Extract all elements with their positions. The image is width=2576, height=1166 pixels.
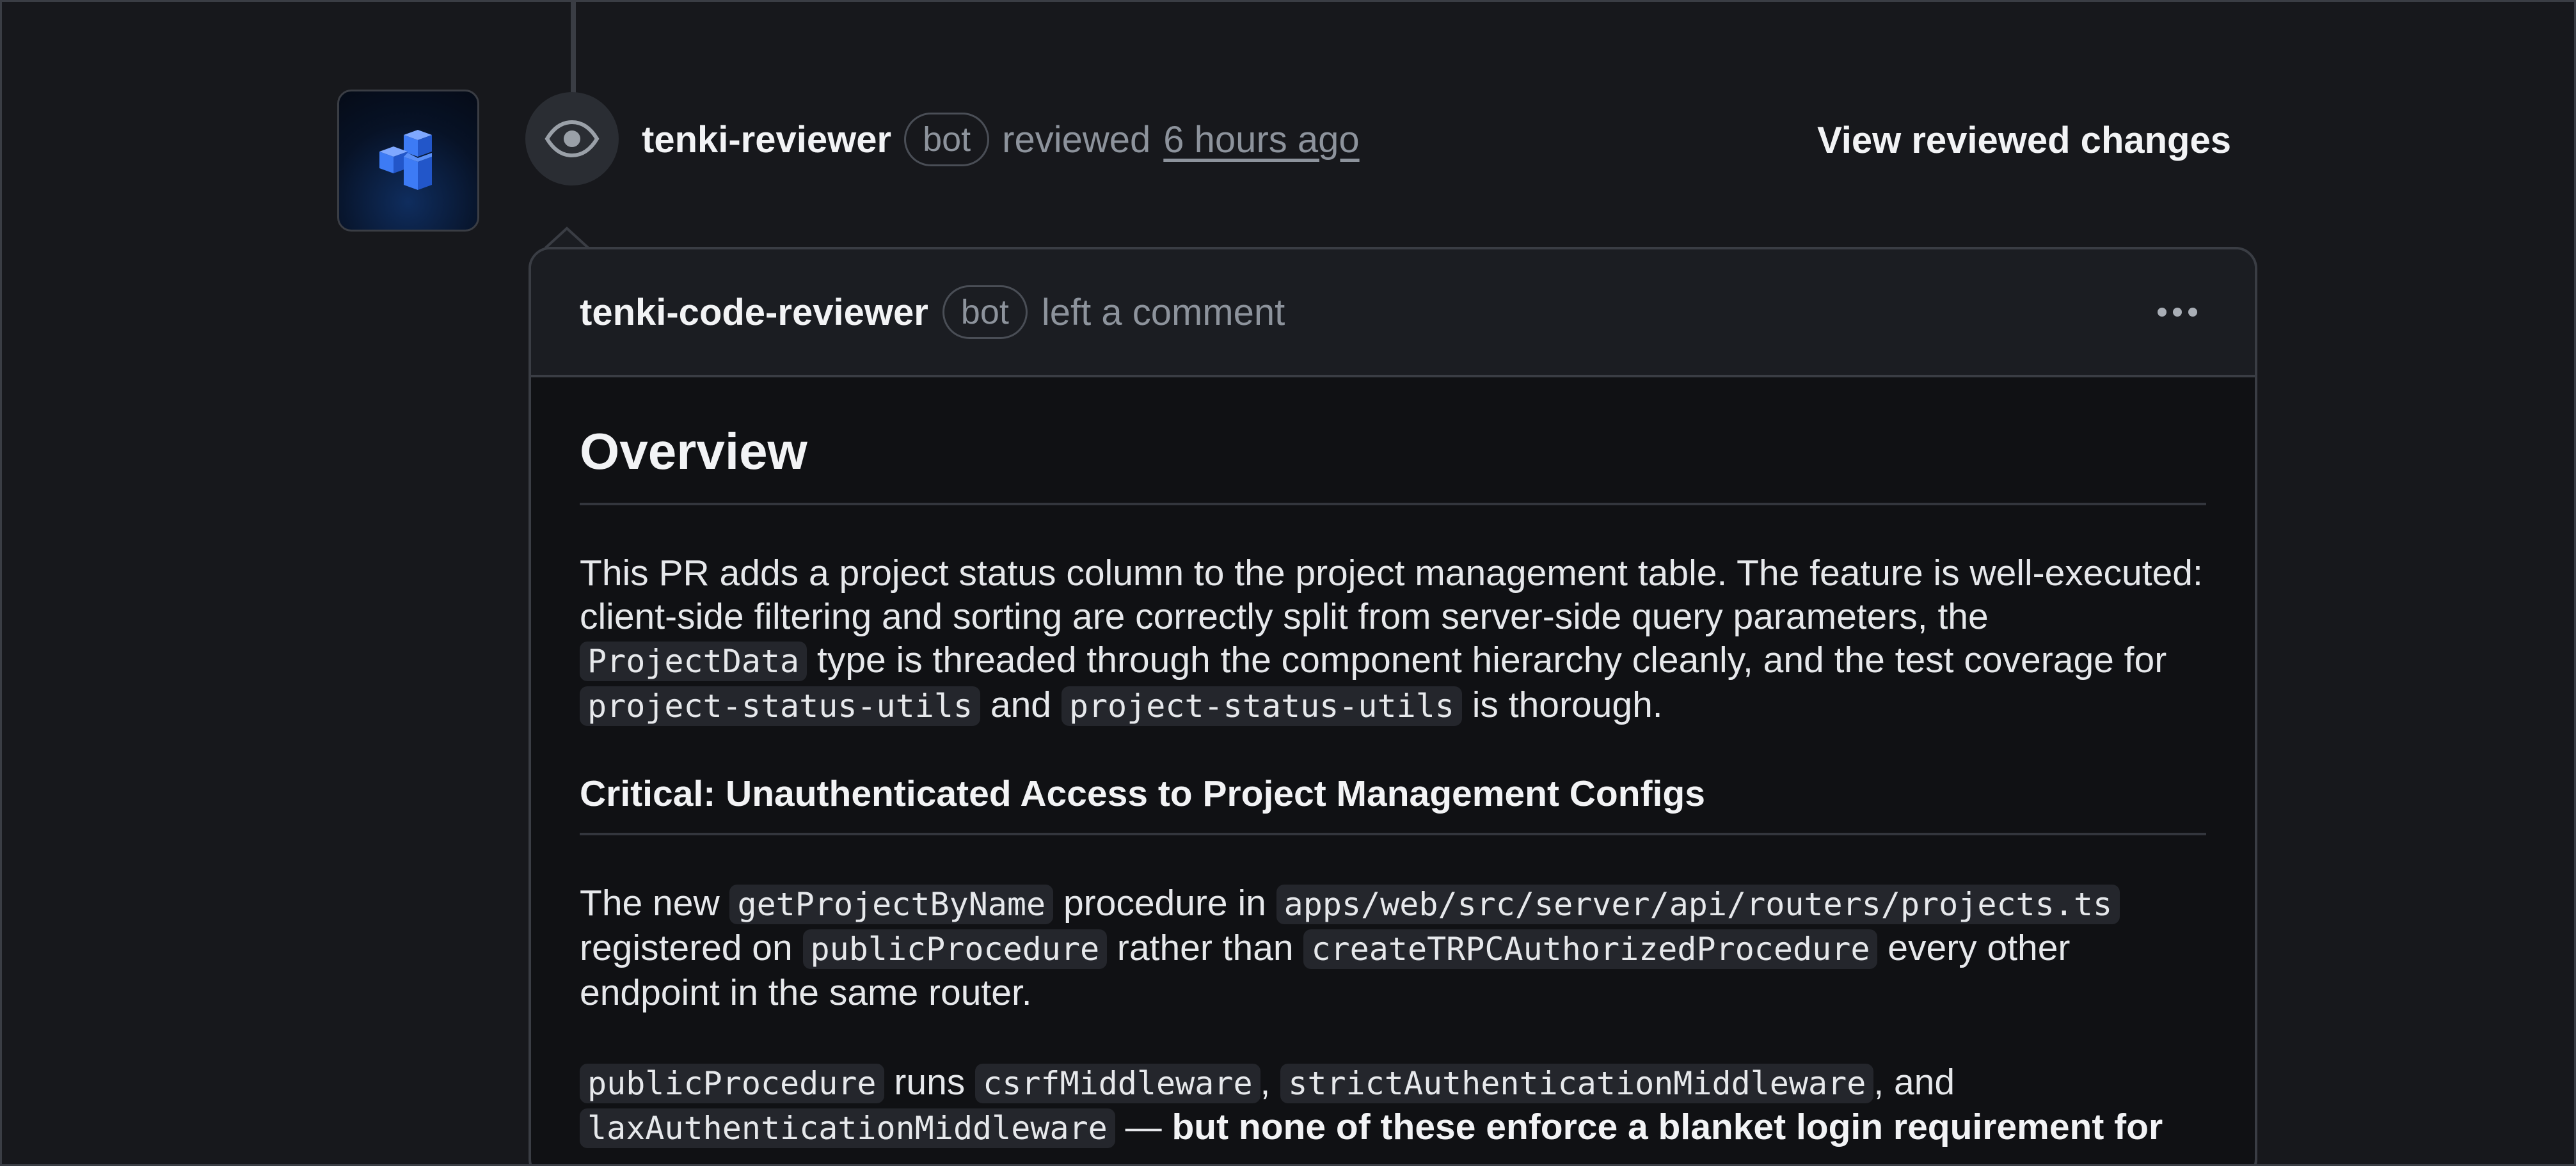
review-event-header: tenki-reviewer bot reviewed 6 hours ago — [642, 111, 1360, 168]
pr-timeline-page: tenki-reviewer bot reviewed 6 hours ago … — [0, 0, 2576, 1166]
comment-body: Overview This PR adds a project status c… — [531, 377, 2255, 1150]
overview-heading: Overview — [580, 422, 2206, 505]
inline-code: publicProcedure — [580, 1064, 884, 1103]
critical-paragraph-2: publicProcedure runs csrfMiddleware, str… — [580, 1060, 2218, 1150]
inline-code: laxAuthenticationMiddleware — [580, 1108, 1115, 1148]
tenki-logo-avatar[interactable] — [337, 90, 479, 232]
text-span: , and — [1873, 1062, 1955, 1103]
bold-emphasis: but none of these enforce a blanket logi… — [1172, 1107, 2163, 1147]
critical-heading: Critical: Unauthenticated Access to Proj… — [580, 773, 2206, 835]
text-span: and — [980, 684, 1061, 725]
inline-code: getProjectByName — [729, 885, 1054, 924]
inline-code: project-status-utils — [580, 686, 981, 726]
text-span: The new — [580, 883, 730, 924]
inline-code: csrfMiddleware — [975, 1064, 1260, 1103]
inline-code: strictAuthenticationMiddleware — [1280, 1064, 1874, 1103]
text-span: runs — [884, 1062, 976, 1103]
text-span: , — [1260, 1062, 1281, 1103]
text-span: — — [1115, 1107, 1172, 1147]
text-span: type is threaded through the component h… — [807, 640, 2167, 681]
inline-code: ProjectData — [580, 642, 807, 681]
text-span: procedure in — [1053, 883, 1276, 924]
overview-paragraph: This PR adds a project status column to … — [580, 551, 2218, 728]
inline-code: project-status-utils — [1061, 686, 1462, 726]
kebab-horizontal-icon[interactable] — [2151, 301, 2204, 323]
inline-code: apps/web/src/server/api/routers/projects… — [1276, 885, 2120, 924]
comment-author-link[interactable]: tenki-code-reviewer — [580, 291, 928, 334]
reviewer-name-link[interactable]: tenki-reviewer — [642, 118, 891, 161]
review-action-text: reviewed — [1002, 118, 1151, 161]
view-reviewed-changes-link[interactable]: View reviewed changes — [1817, 113, 2231, 167]
bot-badge: bot — [904, 113, 990, 166]
text-span: This PR adds a project status column to … — [580, 553, 2203, 637]
comment-action-text: left a comment — [1041, 291, 1285, 333]
review-timestamp-link[interactable]: 6 hours ago — [1163, 118, 1359, 161]
inline-code: createTRPCAuthorizedProcedure — [1303, 929, 1878, 969]
review-event-badge — [525, 92, 619, 185]
text-span: registered on — [580, 927, 803, 968]
bot-badge: bot — [942, 285, 1028, 339]
critical-paragraph-1: The new getProjectByName procedure in ap… — [580, 881, 2218, 1014]
comment-header: tenki-code-reviewer bot left a comment — [531, 249, 2255, 377]
text-span: rather than — [1107, 927, 1304, 968]
tenki-cubes-logo-icon — [379, 130, 432, 190]
review-comment-card: tenki-code-reviewer bot left a comment O… — [529, 247, 2257, 1164]
eye-icon — [545, 120, 600, 157]
text-span: is thorough. — [1461, 684, 1663, 725]
inline-code: publicProcedure — [802, 929, 1108, 969]
